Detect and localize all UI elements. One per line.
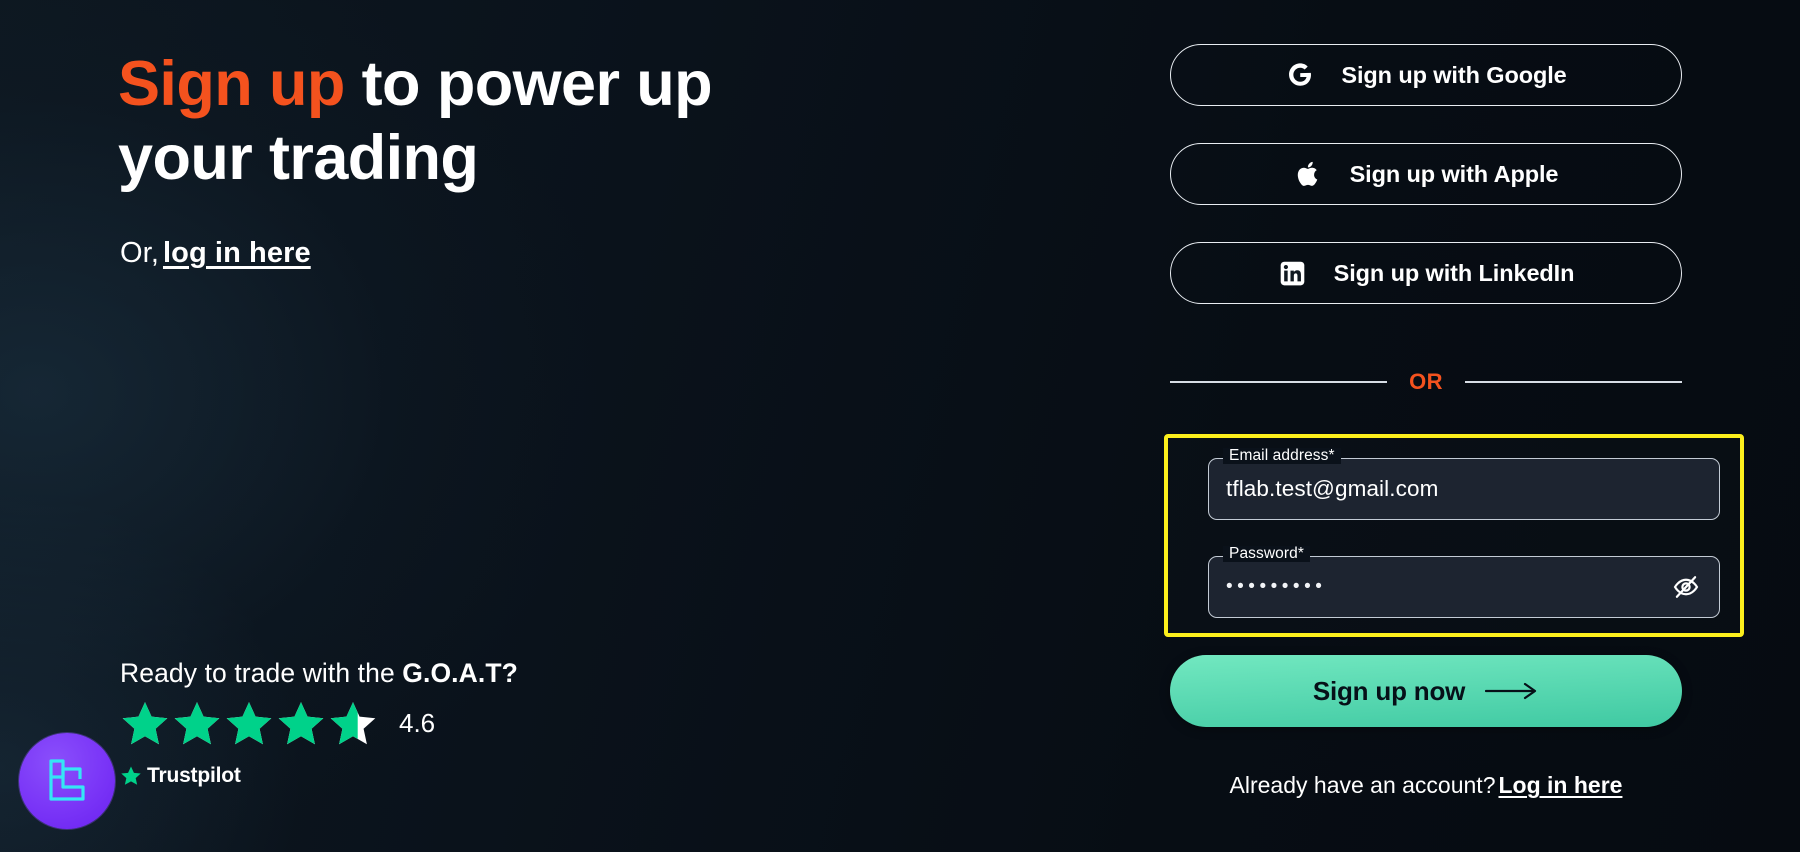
- trustpilot-prompt: Ready to trade with the G.O.A.T?: [120, 658, 720, 689]
- star-icon: [120, 700, 170, 747]
- signup-form-highlight: Email address* tflab.test@gmail.com Pass…: [1164, 434, 1744, 637]
- email-field-value: tflab.test@gmail.com: [1226, 476, 1439, 501]
- or-divider: OR: [1170, 369, 1682, 395]
- signup-panel: Sign up with Google Sign up with Apple S…: [1164, 0, 1744, 852]
- password-field-label: Password*: [1223, 546, 1310, 562]
- trustpilot-rating-row: 4.6: [120, 700, 720, 747]
- footer-log-in-here-link[interactable]: Log in here: [1499, 772, 1623, 798]
- signup-with-google-button[interactable]: Sign up with Google: [1170, 44, 1682, 106]
- page-title: Sign up to power up your trading: [118, 48, 858, 195]
- log-in-here-link[interactable]: log in here: [163, 237, 311, 269]
- linkedin-icon: [1278, 258, 1308, 288]
- signup-now-label: Sign up now: [1312, 675, 1466, 706]
- star-icon: [172, 700, 222, 747]
- signup-with-apple-button[interactable]: Sign up with Apple: [1170, 143, 1682, 205]
- signup-page: Sign up to power up your trading Or, log …: [0, 0, 1800, 852]
- hero-section: Sign up to power up your trading Or, log …: [118, 0, 878, 852]
- trustpilot-logo-label: Trustpilot: [147, 764, 241, 787]
- trustpilot-logo[interactable]: Trustpilot: [120, 764, 720, 788]
- email-field-label: Email address*: [1223, 448, 1341, 464]
- trustpilot-prompt-prefix: Ready to trade with the: [120, 658, 403, 688]
- signup-with-linkedin-button[interactable]: Sign up with LinkedIn: [1170, 242, 1682, 304]
- password-field[interactable]: Password* •••••••••: [1208, 546, 1720, 618]
- brand-logo-icon: [49, 759, 85, 801]
- headline-accent: Sign up: [118, 49, 345, 119]
- star-rating: [120, 700, 378, 747]
- divider-label: OR: [1409, 369, 1443, 394]
- login-prompt: Or, log in here: [120, 237, 311, 270]
- trustpilot-prompt-bold: G.O.A.T?: [402, 658, 518, 688]
- rating-value: 4.6: [399, 708, 436, 738]
- divider-line-right: [1464, 381, 1682, 383]
- existing-account-text: Already have an account?: [1229, 772, 1496, 798]
- brand-badge[interactable]: [19, 733, 115, 829]
- toggle-password-visibility-button[interactable]: [1670, 571, 1702, 603]
- star-icon: [224, 700, 274, 747]
- password-field-value: •••••••••: [1226, 576, 1327, 597]
- arrow-right-icon: [1485, 682, 1537, 700]
- trustpilot-block: Ready to trade with the G.O.A.T? 4.6 Tru…: [120, 658, 720, 788]
- star-icon: [328, 700, 378, 747]
- signup-now-button[interactable]: Sign up now: [1170, 655, 1682, 727]
- trustpilot-star-icon: [121, 766, 141, 785]
- eye-off-icon: [1673, 576, 1699, 598]
- google-icon: [1285, 60, 1315, 90]
- signup-with-linkedin-label: Sign up with LinkedIn: [1333, 259, 1575, 286]
- apple-icon: [1294, 159, 1324, 189]
- login-prompt-prefix: Or,: [120, 237, 159, 269]
- email-field[interactable]: Email address* tflab.test@gmail.com: [1208, 448, 1720, 520]
- divider-line-left: [1170, 381, 1388, 383]
- existing-account-prompt: Already have an account? Log in here: [1170, 772, 1682, 799]
- signup-with-apple-label: Sign up with Apple: [1349, 160, 1559, 187]
- signup-with-google-label: Sign up with Google: [1341, 61, 1567, 88]
- star-icon: [276, 700, 326, 747]
